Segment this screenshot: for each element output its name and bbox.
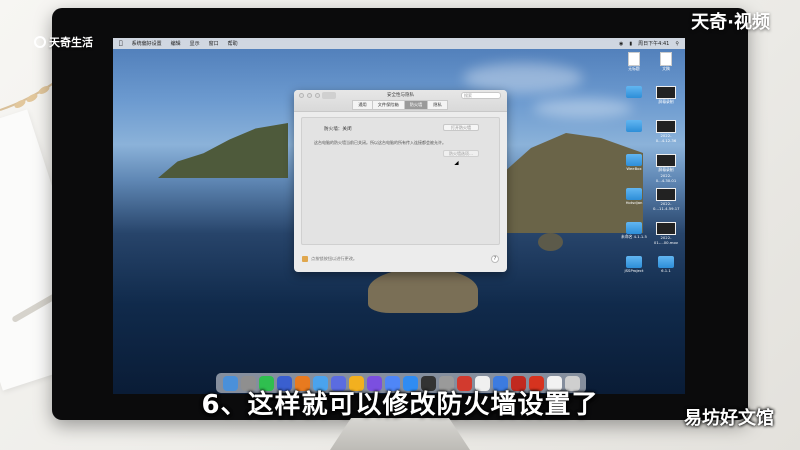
folder-icon — [626, 256, 642, 268]
desktop-icon[interactable]: 无标题 — [621, 52, 647, 72]
folder-icon — [626, 188, 642, 200]
desktop-icon[interactable]: Hotsdjan — [621, 188, 647, 205]
desktop-icon[interactable]: 2022-0...11.4.59.17 — [653, 188, 680, 211]
wheat-decoration — [0, 79, 59, 111]
lock-icon[interactable] — [302, 256, 308, 262]
search-icon[interactable]: ⚲ — [675, 41, 679, 47]
island-hill — [158, 123, 288, 178]
firewall-panel: 防火墙：关闭 打开防火墙 这台电脑的防火墙当前已关闭。所以这台电脑的所有传入连接… — [301, 117, 500, 245]
monitor-stand — [330, 418, 470, 450]
desktop-icon[interactable]: 2022-0...4.12.36 — [653, 120, 679, 143]
turn-on-firewall-button[interactable]: 打开防火墙 — [443, 124, 479, 131]
desktop-icon-label: WeeBox — [626, 166, 642, 171]
desktop-icon-label: 6.1.1 — [661, 268, 671, 273]
video-subtitle: 6、这样就可以修改防火墙设置了 — [201, 390, 599, 420]
desktop-icon[interactable]: 2022-01-...00.mov — [653, 222, 679, 245]
desktop-icon[interactable]: JSSProject — [621, 256, 647, 273]
help-button[interactable]: ? — [491, 255, 499, 263]
desktop-icon[interactable]: 屏幕录制 — [653, 86, 679, 105]
security-privacy-window: 安全性与隐私 搜索 通用 文件保险箱 防火墙 隐私 防火墙：关闭 打开防火墙 这… — [294, 90, 507, 272]
desktop-icon-label: 文稿 — [662, 66, 670, 71]
tab-firewall[interactable]: 防火墙 — [403, 100, 429, 110]
screenshot-icon — [656, 222, 676, 235]
apple-icon[interactable]:  — [119, 40, 123, 47]
brand-text: 天奇生活 — [49, 36, 93, 49]
folder-icon — [626, 222, 642, 234]
menu-clock[interactable]: 周日下午4:41 — [638, 40, 669, 47]
brand-mark-icon — [34, 36, 46, 48]
mac-desktop:  系统偏好设置 编辑 显示 窗口 帮助 ◉ ▮ 周日下午4:41 ⚲ 安全 — [113, 38, 685, 394]
document-icon — [660, 52, 672, 66]
desktop-icon[interactable]: 文稿 — [653, 52, 679, 72]
desktop-icon[interactable]: 未命名 4.1.1.5 — [621, 222, 647, 240]
screenshot-icon — [656, 154, 676, 167]
cloud — [463, 63, 583, 93]
lock-control[interactable]: 点按锁按钮以进行更改。 — [302, 256, 357, 262]
tab-filevault[interactable]: 文件保险箱 — [371, 100, 405, 110]
desktop-icon-label: 屏幕录制 2022-0...4.30.01 — [655, 167, 677, 183]
desktop-icon-label: 2022-0...11.4.59.17 — [653, 201, 680, 211]
screenshot-icon — [656, 86, 676, 99]
watermark: 易坊好文馆 — [684, 408, 774, 429]
brand-logo-top-right: 天奇·视频 — [691, 12, 770, 33]
desktop-icons: 无标题 文稿屏幕录制 2022-0...4.12.36 WeeBox 屏幕录制 2022… — [621, 52, 681, 322]
desktop-icon[interactable] — [621, 120, 647, 132]
desktop-icon[interactable]: 屏幕录制 2022-0...4.30.01 — [653, 154, 679, 183]
desktop-icon-label: 未命名 4.1.1.5 — [621, 234, 647, 239]
lock-label: 点按锁按钮以进行更改。 — [311, 256, 358, 261]
desktop-icon-label: 无标题 — [628, 66, 640, 71]
folder-icon — [658, 256, 674, 268]
desktop-icon-label: 2022-0...4.12.36 — [655, 133, 677, 143]
desktop-icon-label: Hotsdjan — [625, 200, 643, 205]
folder-icon — [626, 154, 642, 166]
firewall-status: 防火墙：关闭 — [324, 127, 352, 132]
firewall-description: 这台电脑的防火墙当前已关闭。所以这台电脑的所有传入连接都会被允许。 — [314, 140, 446, 145]
screenshot-icon — [656, 188, 676, 201]
island-rock — [368, 268, 478, 313]
desktop-icon[interactable] — [621, 86, 647, 98]
tab-general[interactable]: 通用 — [352, 100, 373, 110]
folder-icon — [626, 120, 642, 132]
cloud — [533, 98, 633, 118]
wifi-icon[interactable]: ◉ — [619, 41, 623, 47]
brand-logo-top-left: 天奇生活 — [34, 34, 93, 50]
menu-item-view[interactable]: 显示 — [190, 40, 200, 47]
menu-item-edit[interactable]: 编辑 — [171, 40, 181, 47]
tab-privacy[interactable]: 隐私 — [427, 100, 448, 110]
search-input[interactable]: 搜索 — [461, 92, 501, 99]
window-titlebar: 安全性与隐私 搜索 通用 文件保险箱 防火墙 隐私 — [294, 90, 507, 112]
menu-item-window[interactable]: 窗口 — [209, 40, 219, 47]
video-frame:  系统偏好设置 编辑 显示 窗口 帮助 ◉ ▮ 周日下午4:41 ⚲ 安全 — [0, 0, 800, 450]
desktop-icon-label: 2022-01-...00.mov — [653, 235, 679, 245]
desktop-icon-label: JSSProject — [624, 268, 644, 273]
menu-item-help[interactable]: 帮助 — [228, 40, 238, 47]
menu-bar:  系统偏好设置 编辑 显示 窗口 帮助 ◉ ▮ 周日下午4:41 ⚲ — [113, 38, 685, 49]
menu-app-name[interactable]: 系统偏好设置 — [132, 40, 162, 47]
sea-rock — [538, 233, 563, 251]
desktop-icon[interactable]: WeeBox — [621, 154, 647, 171]
desktop-icon[interactable]: 6.1.1 — [653, 256, 679, 273]
desktop-icon-label: 屏幕录制 — [658, 99, 674, 104]
tab-bar: 通用 文件保险箱 防火墙 隐私 — [294, 100, 507, 110]
screenshot-icon — [656, 120, 676, 133]
folder-icon — [626, 86, 642, 98]
firewall-options-button[interactable]: 防火墙选项… — [443, 150, 479, 157]
battery-icon[interactable]: ▮ — [629, 41, 632, 47]
document-icon — [628, 52, 640, 66]
